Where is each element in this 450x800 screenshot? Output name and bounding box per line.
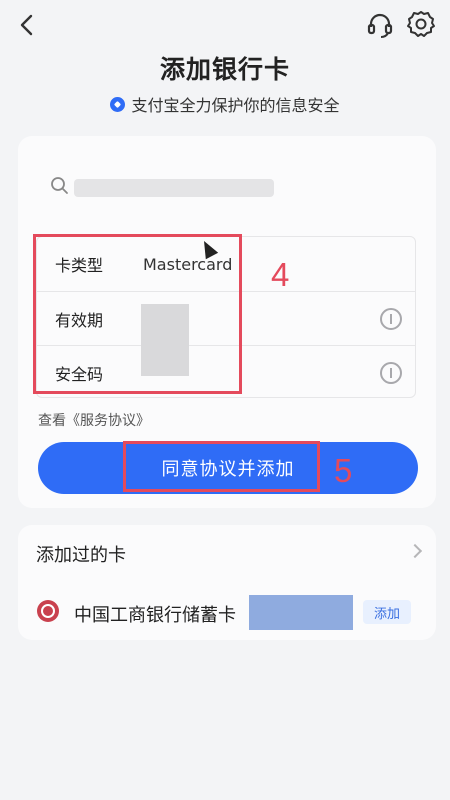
add-card-button[interactable]: 添加	[363, 600, 411, 624]
terms-link[interactable]: 查看《服务协议》	[38, 410, 150, 430]
annotation-number-4: 4	[271, 256, 290, 293]
top-bar	[0, 0, 450, 50]
back-arrow-icon[interactable]	[14, 10, 38, 40]
annotation-number-5: 5	[334, 452, 353, 489]
added-cards-title[interactable]: 添加过的卡	[36, 541, 126, 567]
annotation-box-4	[33, 234, 242, 394]
shield-icon	[110, 96, 126, 112]
security-subtitle: 支付宝全力保护你的信息安全	[0, 92, 450, 116]
blurred-background	[0, 640, 450, 800]
search-icon	[50, 176, 70, 196]
card-number-input[interactable]	[74, 179, 274, 197]
headset-icon[interactable]	[366, 11, 394, 39]
subtitle-text: 支付宝全力保护你的信息安全	[131, 96, 340, 115]
annotation-box-5	[123, 441, 320, 492]
gear-icon[interactable]	[406, 9, 436, 39]
redacted-card-number	[249, 595, 353, 630]
bank-card-name: 中国工商银行储蓄卡	[74, 605, 236, 626]
page-title: 添加银行卡	[159, 55, 290, 84]
info-icon[interactable]	[380, 361, 402, 384]
info-icon[interactable]	[380, 307, 402, 330]
bank-logo-icon	[37, 600, 59, 622]
